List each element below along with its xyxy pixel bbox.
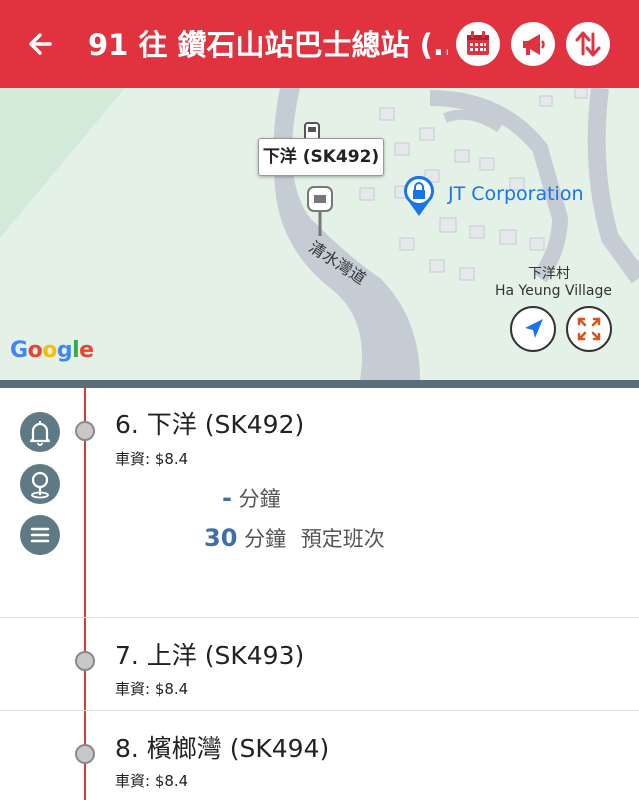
expand-icon bbox=[577, 317, 601, 341]
eta-line-1: - 分鐘 bbox=[222, 483, 281, 513]
route-map[interactable]: JT Corporation 清水灣道 下洋村 Ha Yeung Village… bbox=[0, 88, 639, 380]
expand-map-button[interactable] bbox=[566, 306, 612, 352]
timetable-button[interactable] bbox=[456, 22, 500, 66]
stop-callout: 下洋 (SK492) bbox=[258, 138, 384, 176]
stop-fare: 車資: $8.4 bbox=[115, 450, 189, 468]
eta-unit: 分鐘 bbox=[244, 527, 287, 551]
navigation-arrow-icon bbox=[525, 319, 543, 338]
stop-dot bbox=[75, 421, 95, 441]
stop-location-button[interactable] bbox=[20, 464, 60, 504]
eta-unit: 分鐘 bbox=[238, 487, 281, 511]
stop-dot bbox=[75, 651, 95, 671]
stop-name: 7. 上洋 (SK493) bbox=[115, 641, 305, 670]
eta-note: 預定班次 bbox=[300, 527, 385, 551]
my-location-button[interactable] bbox=[510, 306, 556, 352]
eta-line-2: 30 分鐘 預定班次 bbox=[204, 523, 385, 553]
route-title: 91 往 鑽石山站巴士總站 (... bbox=[88, 28, 448, 62]
announcement-button[interactable] bbox=[511, 22, 555, 66]
eta-value: 30 bbox=[204, 524, 238, 552]
calendar-icon bbox=[467, 31, 489, 55]
stop-fare: 車資: $8.4 bbox=[115, 772, 189, 790]
back-arrow-icon bbox=[29, 33, 52, 55]
megaphone-icon bbox=[523, 34, 545, 55]
arrival-alert-button[interactable] bbox=[20, 412, 60, 452]
google-logo: Google bbox=[10, 338, 94, 363]
back-button[interactable] bbox=[24, 26, 60, 62]
list-menu-icon bbox=[30, 527, 50, 543]
stop-row-8[interactable]: 8. 檳榔灣 (SK494) 車資: $8.4 bbox=[0, 711, 639, 800]
map-divider bbox=[0, 380, 639, 388]
stop-row-6[interactable]: 6. 下洋 (SK492) 車資: $8.4 bbox=[0, 388, 639, 618]
map-pin-icon bbox=[31, 471, 49, 499]
swap-direction-button[interactable] bbox=[566, 22, 610, 66]
village-label-en: Ha Yeung Village bbox=[495, 283, 612, 299]
village-label-zh: 下洋村 bbox=[528, 266, 570, 282]
stop-row-7[interactable]: 7. 上洋 (SK493) 車資: $8.4 bbox=[0, 618, 639, 711]
selected-stop-marker-icon[interactable] bbox=[305, 184, 335, 236]
bell-icon bbox=[29, 421, 51, 446]
poi-label: JT Corporation bbox=[448, 183, 584, 205]
menu-button[interactable] bbox=[20, 515, 60, 555]
stop-fare: 車資: $8.4 bbox=[115, 680, 189, 698]
stop-dot bbox=[75, 744, 95, 764]
swap-direction-icon bbox=[575, 31, 601, 57]
stop-name: 8. 檳榔灣 (SK494) bbox=[115, 734, 330, 763]
eta-value: - bbox=[222, 484, 232, 512]
poi-pin-icon[interactable] bbox=[401, 174, 437, 218]
top-app-bar: 91 往 鑽石山站巴士總站 (... bbox=[0, 0, 639, 88]
stop-name: 6. 下洋 (SK492) bbox=[115, 410, 305, 439]
